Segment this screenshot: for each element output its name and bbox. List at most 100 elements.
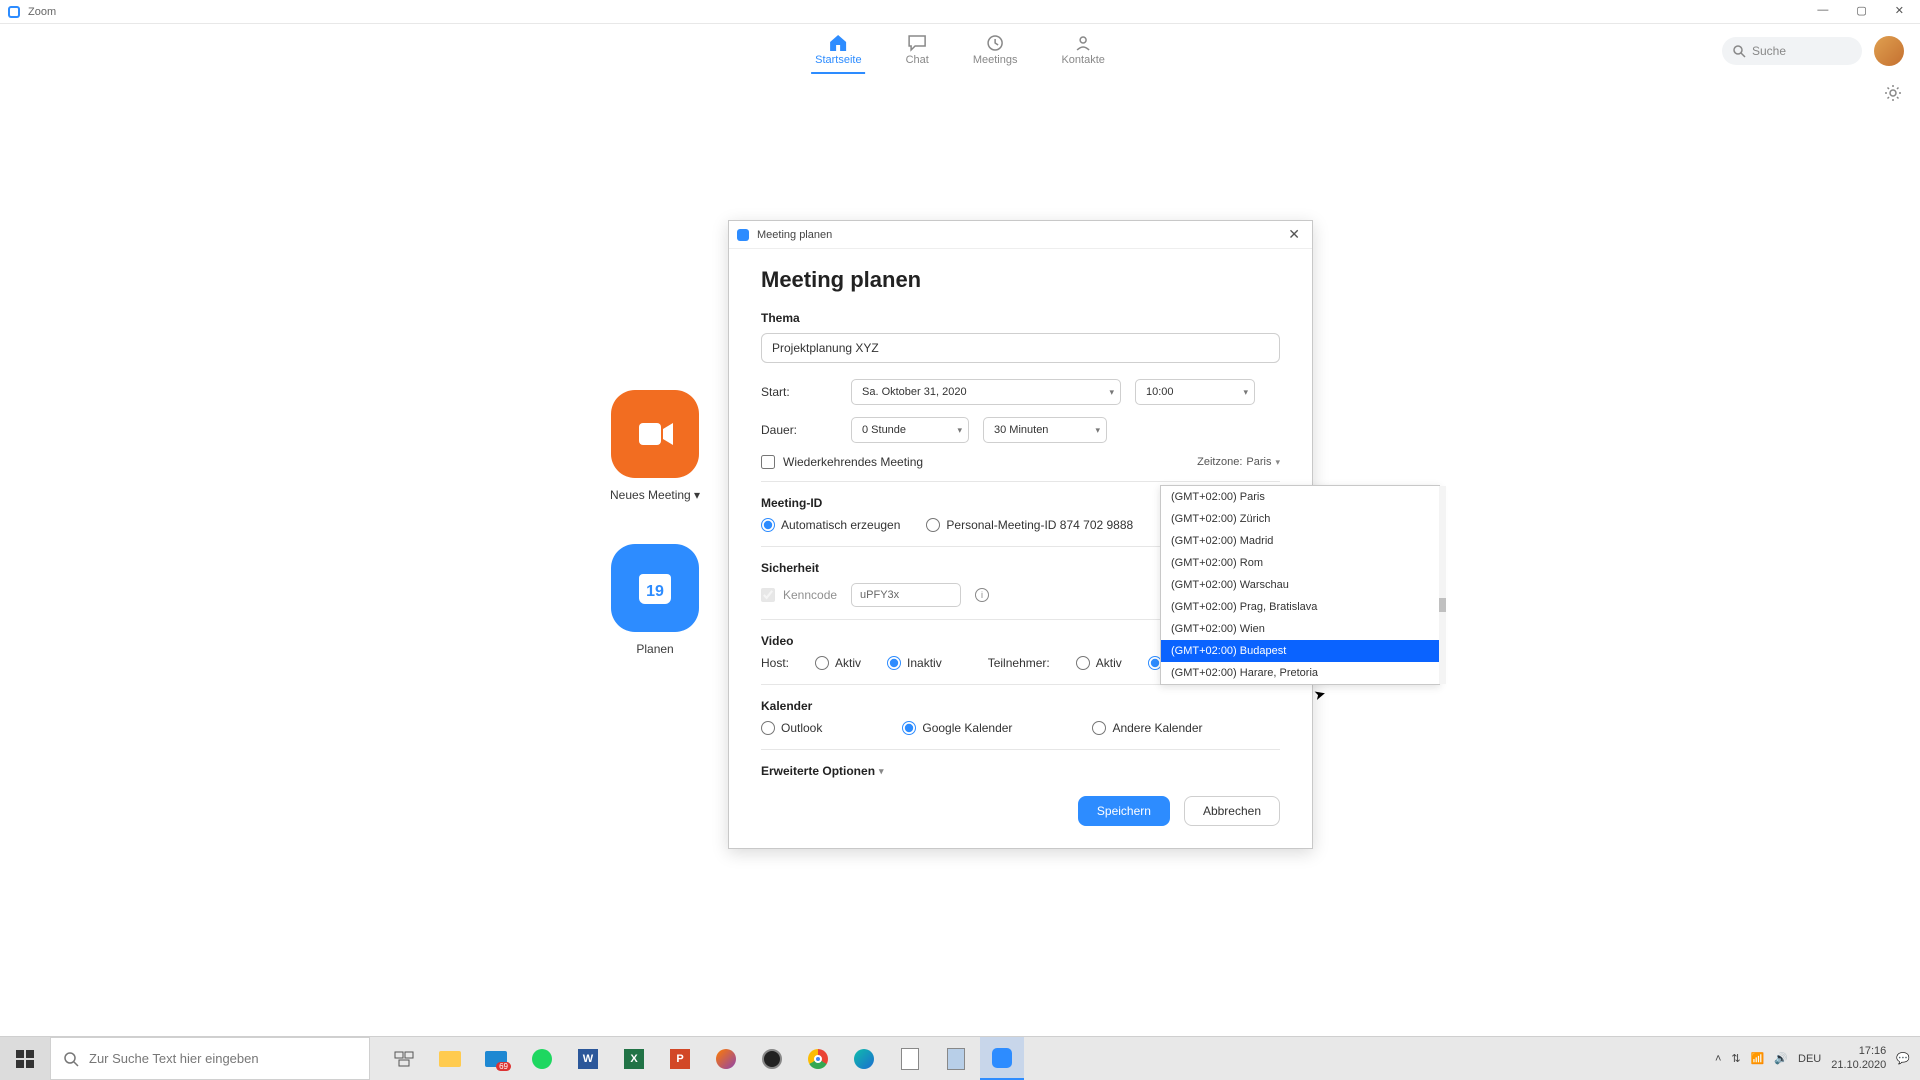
timezone-option[interactable]: (GMT+02:00) Harare, Pretoria [1161, 662, 1439, 684]
cal-google-radio[interactable]: Google Kalender [902, 721, 1012, 735]
tab-home[interactable]: Startseite [811, 28, 865, 74]
minimize-button[interactable]: — [1817, 4, 1828, 17]
tray-clock[interactable]: 17:16 21.10.2020 [1831, 1045, 1886, 1071]
timezone-option[interactable]: (GMT+02:00) Rom [1161, 552, 1439, 574]
teilnehmer-label: Teilnehmer: [988, 656, 1050, 670]
cal-outlook-radio[interactable]: Outlook [761, 721, 822, 735]
tab-home-label: Startseite [815, 54, 861, 66]
search-icon [63, 1051, 79, 1067]
contacts-icon [1072, 34, 1094, 52]
taskbar-search[interactable]: Zur Suche Text hier eingeben [50, 1037, 370, 1080]
host-label: Host: [761, 656, 789, 670]
cancel-button[interactable]: Abbrechen [1184, 796, 1280, 826]
zoom-taskbar-icon[interactable] [980, 1037, 1024, 1080]
scrollbar-thumb[interactable] [1439, 598, 1446, 612]
new-meeting-label: Neues Meeting ▾ [610, 488, 700, 502]
meeting-id-pmi-radio[interactable]: Personal-Meeting-ID 874 702 9888 [926, 518, 1133, 532]
firefox-icon[interactable] [704, 1037, 748, 1080]
tray-chevron-icon[interactable]: ˄ [1715, 1053, 1721, 1065]
tab-meetings[interactable]: Meetings [969, 28, 1022, 74]
advanced-options-toggle[interactable]: Erweiterte Optionen [761, 764, 1280, 778]
schedule-button[interactable]: 19 Planen [610, 544, 700, 656]
tab-chat[interactable]: Chat [902, 28, 933, 74]
gear-icon [1884, 84, 1902, 102]
host-aktiv-radio[interactable]: Aktiv [815, 656, 861, 670]
spotify-icon[interactable] [520, 1037, 564, 1080]
mail-icon[interactable]: 69 [474, 1037, 518, 1080]
tray-network-icon[interactable]: ⇅ [1731, 1052, 1740, 1065]
svg-text:19: 19 [646, 583, 664, 600]
taskbar-search-placeholder: Zur Suche Text hier eingeben [89, 1051, 259, 1066]
tray-language[interactable]: DEU [1798, 1053, 1821, 1065]
date-select[interactable]: Sa. Oktober 31, 2020 [851, 379, 1121, 405]
dauer-hours-select[interactable]: 0 Stunde [851, 417, 969, 443]
dialog-heading: Meeting planen [761, 267, 1280, 293]
close-button[interactable]: ✕ [1895, 4, 1904, 17]
recurring-checkbox[interactable]: Wiederkehrendes Meeting [761, 455, 923, 469]
dauer-minutes-select[interactable]: 30 Minuten [983, 417, 1107, 443]
timezone-option[interactable]: (GMT+02:00) Paris [1161, 486, 1439, 508]
zoom-logo-icon [737, 229, 749, 241]
timezone-option[interactable]: (GMT+02:00) Prag, Bratislava [1161, 596, 1439, 618]
obs-icon[interactable] [750, 1037, 794, 1080]
search-placeholder: Suche [1752, 44, 1786, 58]
tab-meetings-label: Meetings [973, 54, 1018, 66]
chrome-icon[interactable] [796, 1037, 840, 1080]
timezone-option[interactable]: (GMT+02:00) Warschau [1161, 574, 1439, 596]
app-icon-2[interactable] [934, 1037, 978, 1080]
thema-label: Thema [761, 311, 1280, 325]
dialog-title: Meeting planen [757, 229, 832, 241]
user-avatar[interactable] [1874, 36, 1904, 66]
explorer-icon[interactable] [428, 1037, 472, 1080]
tray-wifi-icon[interactable]: 📶 [1751, 1052, 1765, 1065]
window-title: Zoom [28, 6, 56, 18]
scrollbar-track[interactable] [1439, 486, 1446, 684]
info-icon[interactable]: i [975, 588, 989, 602]
tray-volume-icon[interactable]: 🔊 [1774, 1052, 1788, 1065]
timezone-select[interactable]: Zeitzone: Paris [1197, 456, 1280, 468]
window-controls: — ▢ ✕ [1801, 0, 1920, 21]
kenncode-input[interactable] [851, 583, 961, 607]
timezone-option[interactable]: (GMT+02:00) Madrid [1161, 530, 1439, 552]
window-titlebar: Zoom — ▢ ✕ [0, 0, 1920, 24]
excel-icon[interactable]: X [612, 1037, 656, 1080]
zoom-logo-icon [8, 6, 20, 18]
tab-contacts[interactable]: Kontakte [1057, 28, 1108, 74]
thema-input[interactable] [761, 333, 1280, 363]
powerpoint-icon[interactable]: P [658, 1037, 702, 1080]
home-icon [827, 34, 849, 52]
top-nav: Startseite Chat Meetings Kontakte Suche [0, 24, 1920, 78]
time-select[interactable]: 10:00 [1135, 379, 1255, 405]
teilnehmer-aktiv-radio[interactable]: Aktiv [1076, 656, 1122, 670]
host-inaktiv-radio[interactable]: Inaktiv [887, 656, 942, 670]
word-icon[interactable]: W [566, 1037, 610, 1080]
settings-button[interactable] [1884, 84, 1902, 107]
cal-other-radio[interactable]: Andere Kalender [1092, 721, 1202, 735]
calendar-icon: 19 [633, 566, 677, 610]
timezone-option[interactable]: (GMT+02:00) Wien [1161, 618, 1439, 640]
app-icon[interactable] [888, 1037, 932, 1080]
start-button[interactable] [0, 1037, 50, 1080]
search-icon [1732, 44, 1746, 58]
save-button[interactable]: Speichern [1078, 796, 1170, 826]
video-icon [635, 419, 675, 449]
edge-icon[interactable] [842, 1037, 886, 1080]
timezone-option[interactable]: (GMT+02:00) Zürich [1161, 508, 1439, 530]
windows-icon [16, 1050, 34, 1068]
notifications-icon[interactable]: 💬 [1896, 1052, 1910, 1065]
tab-contacts-label: Kontakte [1061, 54, 1104, 66]
start-label: Start: [761, 385, 837, 399]
new-meeting-button[interactable]: Neues Meeting ▾ [610, 390, 700, 502]
schedule-label: Planen [636, 642, 673, 656]
kenncode-checkbox[interactable]: Kenncode [761, 588, 837, 602]
dauer-label: Dauer: [761, 423, 837, 437]
maximize-button[interactable]: ▢ [1856, 4, 1866, 17]
windows-taskbar: Zur Suche Text hier eingeben 69 W X P ˄ … [0, 1036, 1920, 1080]
timezone-option[interactable]: (GMT+02:00) Budapest [1161, 640, 1439, 662]
task-view-icon[interactable] [382, 1037, 426, 1080]
dialog-close-button[interactable]: ✕ [1284, 226, 1304, 243]
search-input[interactable]: Suche [1722, 37, 1862, 65]
meeting-id-auto-radio[interactable]: Automatisch erzeugen [761, 518, 900, 532]
clock-icon [984, 34, 1006, 52]
mouse-cursor: ➤ [1312, 685, 1328, 704]
